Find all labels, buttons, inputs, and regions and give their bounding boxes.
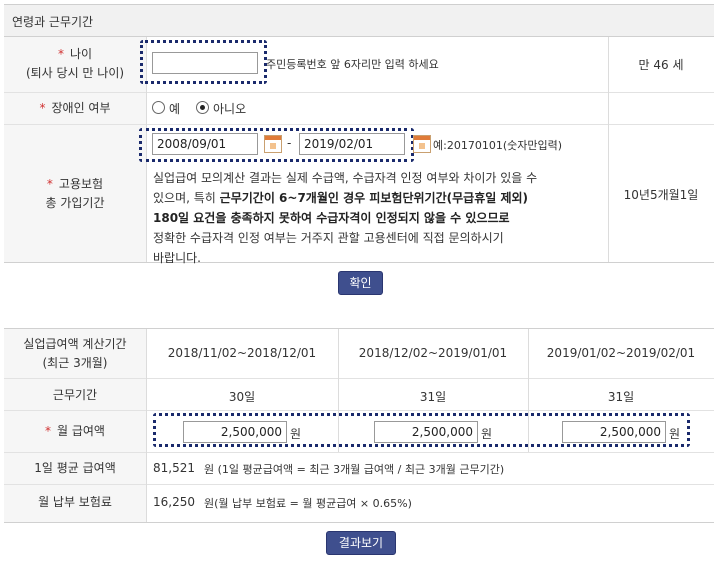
notice-line-3: 180일 요건을 충족하지 못하여 수급자격이 인정되지 않을 수 있으므로 — [153, 211, 510, 225]
work-days-label: 근무기간 — [52, 388, 98, 402]
work-days-3: 31일 — [607, 390, 635, 404]
show-results-button[interactable]: 결과보기 — [326, 531, 396, 555]
insurance-end-date-input[interactable] — [299, 133, 405, 155]
salary-unit-1: 원 — [290, 427, 302, 441]
age-label-sub: (퇴사 당시 만 나이) — [25, 66, 125, 80]
period-1: 2018/11/02~2018/12/01 — [167, 346, 317, 360]
salary-unit-2: 원 — [481, 427, 493, 441]
daily-avg-value: 81,521 — [153, 461, 195, 475]
age-hint: 주민등록번호 앞 6자리만 입력 하세요 — [266, 58, 439, 71]
required-mark: * — [46, 177, 53, 191]
section-header — [4, 4, 714, 36]
notice-emphasis: 근무기간이 6~7개월인 경우 피보험단위기간(무급휴일 제외) — [219, 191, 529, 205]
notice-line-2: 있으며, 특히 근무기간이 6~7개월인 경우 피보험단위기간(무급휴일 제외) — [153, 188, 605, 208]
date-separator: - — [287, 136, 292, 150]
section-title: 연령과 근무기간 — [12, 15, 94, 29]
disability-label: * 장애인 여부 — [4, 98, 146, 118]
insurance-period-result: 10년5개월1일 — [623, 188, 699, 202]
required-mark: * — [45, 424, 51, 438]
date-format-hint: 예:20170101(숫자만입력) — [433, 139, 562, 152]
work-days-1: 30일 — [228, 390, 256, 404]
age-label: * 나이 — [4, 44, 146, 64]
required-mark: * — [57, 47, 64, 61]
disability-no-label: 아니오 — [213, 102, 247, 116]
insurance-label-sub: 총 가입기간 — [45, 196, 105, 210]
insurance-start-date-input[interactable] — [152, 133, 258, 155]
disability-yes-label: 예 — [169, 102, 181, 116]
notice-line-5: 바랍니다. — [153, 251, 201, 265]
daily-avg-desc: 원 (1일 평균급여액 = 최근 3개월 급여액 / 최근 3개월 근무기간) — [204, 463, 505, 476]
notice-line-1: 실업급여 모의계산 결과는 실제 수급액, 수급자격 인정 여부와 차이가 있을… — [153, 171, 538, 185]
calendar-icon[interactable] — [413, 135, 431, 153]
work-days-2: 31일 — [419, 390, 447, 404]
period-2: 2018/12/02~2019/01/01 — [358, 346, 508, 360]
period-label-sub: (최근 3개월) — [42, 356, 108, 370]
insurance-label-text: 고용보험 — [58, 177, 104, 191]
premium-label: 월 납부 보험료 — [38, 495, 112, 509]
confirm-button[interactable]: 확인 — [338, 271, 383, 295]
daily-avg-label: 1일 평균 급여액 — [34, 461, 116, 475]
notice-line-4: 정확한 수급자격 인정 여부는 거주지 관할 고용센터에 직접 문의하시기 — [153, 231, 504, 245]
disability-yes-radio[interactable] — [152, 101, 165, 114]
notice-line-2-text: 있으며, 특히 — [153, 191, 220, 205]
age-label-text: 나이 — [69, 47, 93, 61]
period-label: 실업급여액 계산기간 — [23, 337, 127, 351]
salary-label: * 월 급여액 — [4, 421, 146, 441]
premium-value: 16,250 — [153, 495, 195, 509]
salary-label-text: 월 급여액 — [57, 424, 105, 438]
premium-desc: 원(월 납부 보험료 = 월 평균급여 × 0.65%) — [204, 497, 412, 510]
insurance-notice: 실업급여 모의계산 결과는 실제 수급액, 수급자격 인정 여부와 차이가 있을… — [153, 168, 605, 268]
period-3: 2019/01/02~2019/02/01 — [546, 346, 696, 360]
salary-input-1[interactable] — [183, 421, 287, 443]
salary-input-3[interactable] — [562, 421, 666, 443]
insurance-label: * 고용보험 — [4, 174, 146, 194]
required-mark: * — [39, 101, 46, 115]
salary-input-2[interactable] — [374, 421, 478, 443]
salary-unit-3: 원 — [669, 427, 681, 441]
disability-no-radio[interactable] — [196, 101, 209, 114]
age-birthdate-input[interactable] — [152, 52, 258, 74]
disability-label-text: 장애인 여부 — [51, 101, 111, 115]
age-result: 만 46 세 — [638, 58, 684, 72]
calendar-icon[interactable] — [264, 135, 282, 153]
